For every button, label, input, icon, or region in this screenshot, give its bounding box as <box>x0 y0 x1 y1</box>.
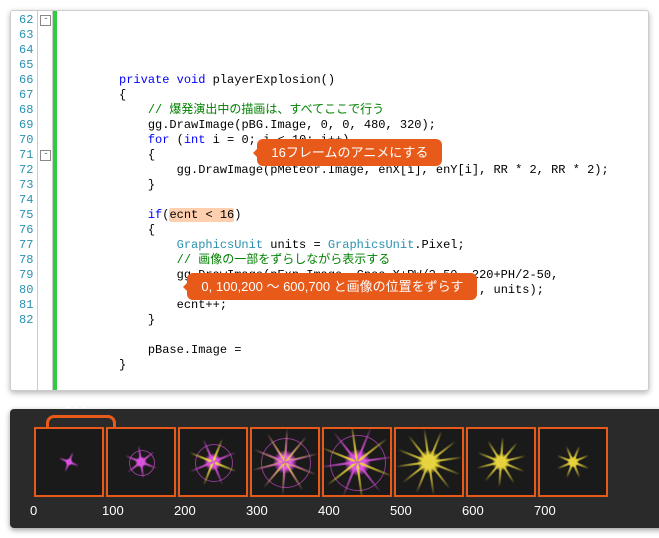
code-area: private void playerExplosion() { // 爆発演出… <box>57 11 648 390</box>
callout-image-offset: 0, 100,200 ～ 600,700 と画像の位置をずらす <box>187 273 477 300</box>
tick-label: 300 <box>246 503 316 518</box>
tick-label: 0 <box>30 503 100 518</box>
sprite-frame <box>178 427 248 497</box>
tick-label: 200 <box>174 503 244 518</box>
sprite-sheet-panel: 100 0100200300400500600700 <box>10 409 659 528</box>
code-editor: 6263646566676869707172737475767778798081… <box>10 10 649 391</box>
tick-labels: 0100200300400500600700 <box>34 503 659 518</box>
tick-label: 400 <box>318 503 388 518</box>
sprite-frame <box>322 427 392 497</box>
tick-label: 500 <box>390 503 460 518</box>
fold-toggle[interactable]: - <box>40 15 51 26</box>
fold-markers: -- <box>38 11 53 390</box>
bracket-label: 100 <box>64 395 87 411</box>
tick-label: 700 <box>534 503 604 518</box>
sprite-frame <box>538 427 608 497</box>
sprite-frame <box>106 427 176 497</box>
tick-label: 600 <box>462 503 532 518</box>
sprite-frame <box>250 427 320 497</box>
sprite-frame <box>394 427 464 497</box>
sprite-frame <box>466 427 536 497</box>
fold-toggle[interactable]: - <box>40 150 51 161</box>
sprite-frames <box>34 427 659 497</box>
sprite-frame <box>34 427 104 497</box>
tick-label: 100 <box>102 503 172 518</box>
callout-animation-frames: 16フレームのアニメにする <box>257 139 442 166</box>
line-number-gutter: 6263646566676869707172737475767778798081… <box>11 11 38 390</box>
